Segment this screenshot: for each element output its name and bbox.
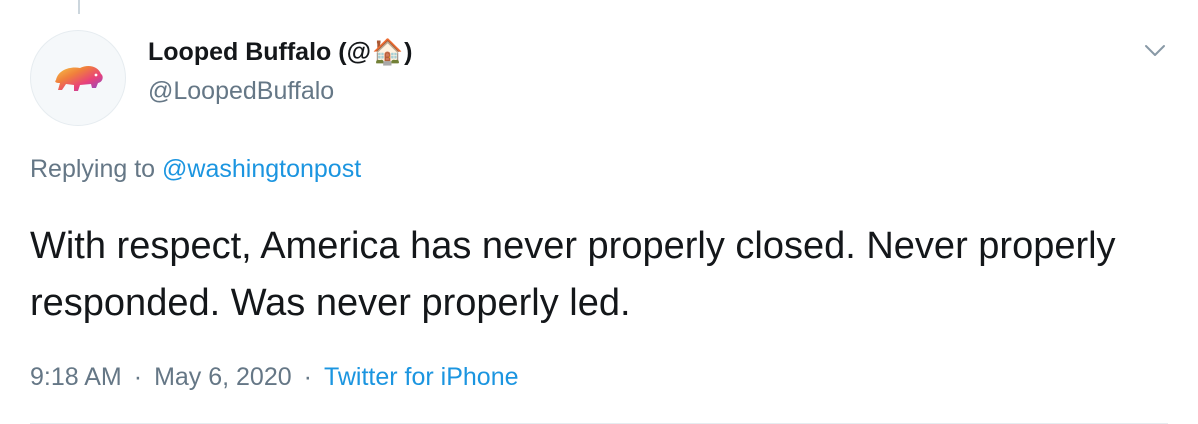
reply-target-link[interactable]: @washingtonpost — [162, 155, 361, 183]
tweet-date[interactable]: May 6, 2020 — [154, 363, 292, 392]
tweet-text: With respect, America has never properly… — [30, 225, 1116, 324]
meta-separator: · — [303, 363, 312, 391]
house-emoji-icon: 🏠 — [371, 38, 404, 66]
replying-to: Replying to @washingtonpost — [30, 155, 361, 184]
tweet-card: Looped Buffalo (@ 🏠 ) @LoopedBuffalo Rep… — [0, 0, 1198, 424]
thread-connector-line — [78, 0, 80, 14]
display-name-suffix: ) — [404, 38, 413, 66]
tweet-source-link[interactable]: Twitter for iPhone — [324, 363, 519, 392]
avatar[interactable] — [30, 30, 126, 126]
user-handle[interactable]: @LoopedBuffalo — [148, 77, 334, 106]
display-name[interactable]: Looped Buffalo (@ 🏠 ) — [148, 38, 412, 67]
tweet-time[interactable]: 9:18 AM — [30, 363, 122, 392]
display-name-text: Looped Buffalo (@ — [148, 38, 371, 66]
chevron-down-icon — [1145, 45, 1165, 56]
meta-separator: · — [133, 363, 143, 391]
tweet-meta: 9:18 AM · May 6, 2020 · Twitter for iPho… — [30, 363, 519, 392]
tweet-menu-button[interactable] — [1142, 38, 1168, 64]
replying-to-label: Replying to — [30, 155, 163, 183]
buffalo-logo-icon — [55, 66, 103, 91]
